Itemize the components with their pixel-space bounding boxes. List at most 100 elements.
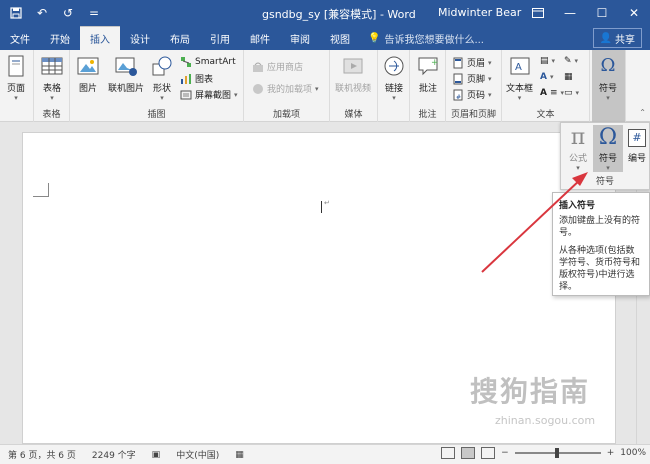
smartart-button[interactable]: SmartArt (180, 56, 236, 68)
document-title: gsndbg_sy [兼容模式] - Word (262, 8, 416, 21)
macro-icon[interactable]: ▦ (227, 450, 252, 460)
watermark-logo: 搜狗指南 (470, 375, 591, 408)
undo-icon[interactable]: ↶ (34, 5, 50, 21)
save-icon[interactable] (8, 5, 24, 21)
textbox-label: 文本框 (506, 84, 534, 94)
read-mode-icon[interactable] (441, 447, 456, 459)
footer-button[interactable]: 页脚 ▾ (452, 72, 492, 85)
store-button[interactable]: 应用商店 (252, 60, 303, 73)
language[interactable]: 中文(中国) (168, 448, 227, 461)
ribbon: 页面 ▾ 表格 ▾ 表格 图片 联机图片 形状 ▾ SmartArt 图表 屏幕… (0, 50, 650, 122)
symbols-button[interactable]: Ω 符号 ▾ (596, 54, 620, 102)
customize-qat-icon[interactable]: = (86, 5, 102, 21)
hash-icon: # (628, 129, 646, 147)
chevron-down-icon: ▾ (488, 58, 492, 67)
collapse-ribbon-icon[interactable]: ⌃ (639, 108, 646, 117)
screenshot-label: 屏幕截图 (195, 91, 232, 101)
tooltip-description: 添加键盘上没有的符号。 (559, 216, 641, 238)
links-button[interactable]: 链接 ▾ (382, 54, 406, 102)
dropcap-icon[interactable]: A ≡ ▾ (540, 88, 564, 98)
table-label: 表格 (42, 84, 61, 94)
person-icon: 👤 (599, 32, 612, 44)
title-bar: ↶ ↺ = gsndbg_sy [兼容模式] - Word Midwinter … (0, 0, 650, 26)
group-pages: 页面 ▾ (0, 50, 34, 122)
redo-icon[interactable]: ↺ (60, 5, 76, 21)
svg-text:A: A (515, 62, 522, 73)
pi-icon: π (570, 125, 586, 150)
word-count[interactable]: 2249 个字 (84, 448, 144, 461)
header-label: 页眉 (467, 59, 486, 69)
zoom-level[interactable]: 100% (620, 448, 646, 458)
group-label-header-footer: 页眉和页脚 (450, 110, 496, 120)
web-layout-icon[interactable] (481, 447, 496, 459)
object-icon[interactable]: ▭ ▾ (564, 88, 579, 98)
ribbon-display-options-icon[interactable] (522, 0, 554, 26)
equation-label: 公式 (568, 154, 587, 164)
my-addins-label: 我的加载项 (267, 85, 313, 95)
chevron-down-icon: ▾ (392, 94, 396, 102)
minimize-icon[interactable]: — (554, 0, 586, 26)
group-label-text: 文本 (536, 110, 555, 120)
picture-label: 图片 (78, 84, 97, 94)
picture-button[interactable]: 图片 (76, 54, 100, 94)
group-tables: 表格 ▾ 表格 (34, 50, 70, 122)
tab-mailings[interactable]: 邮件 (240, 26, 280, 50)
tab-layout[interactable]: 布局 (160, 26, 200, 50)
table-button[interactable]: 表格 ▾ (40, 54, 64, 102)
close-icon[interactable]: ✕ (618, 0, 650, 26)
tab-design[interactable]: 设计 (120, 26, 160, 50)
tab-insert[interactable]: 插入 (80, 26, 120, 50)
wordart-icon[interactable]: A ▾ (540, 72, 553, 82)
pages-button[interactable]: 页面 ▾ (4, 54, 28, 102)
quick-parts-icon[interactable]: ▤ ▾ (540, 56, 555, 66)
online-video-button[interactable]: 联机视频 (335, 54, 371, 94)
page-count[interactable]: 第 6 页，共 6 页 (0, 448, 84, 461)
group-illustrations: 图片 联机图片 形状 ▾ SmartArt 图表 屏幕截图 ▾ 插图 (70, 50, 244, 122)
chevron-down-icon: ▾ (576, 164, 580, 172)
header-button[interactable]: 页眉 ▾ (452, 56, 492, 69)
textbox-button[interactable]: A 文本框 ▾ (506, 54, 533, 102)
paragraph-mark: ↵ (324, 199, 330, 207)
proofing-icon[interactable]: ▣ (144, 450, 169, 460)
zoom-out-icon[interactable]: − (501, 448, 509, 458)
my-addins-button[interactable]: 我的加载项 ▾ (252, 82, 319, 95)
online-picture-button[interactable]: 联机图片 (108, 54, 144, 94)
zoom-slider[interactable] (514, 448, 601, 458)
comment-button[interactable]: + 批注 (416, 54, 440, 94)
print-layout-icon[interactable] (461, 447, 476, 459)
symbol-tooltip: 插入符号 添加键盘上没有的符号。 从各种选项(包括数学符号、货币符号和版权符号)… (552, 192, 650, 296)
zoom-thumb[interactable] (554, 448, 559, 458)
tab-file[interactable]: 文件 (0, 26, 40, 50)
chart-button[interactable]: 图表 (180, 72, 213, 85)
tab-references[interactable]: 引用 (200, 26, 240, 50)
page-number-button[interactable]: # 页码 ▾ (452, 88, 492, 101)
symbols-label: 符号 (598, 84, 617, 94)
shapes-button[interactable]: 形状 ▾ (150, 54, 174, 102)
equation-button[interactable]: π 公式 ▾ (565, 125, 591, 172)
group-comments: + 批注 批注 (410, 50, 446, 122)
signature-line-icon[interactable]: ✎ ▾ (564, 56, 578, 66)
tab-review[interactable]: 审阅 (280, 26, 320, 50)
number-button[interactable]: # 编号 (625, 125, 649, 164)
chevron-down-icon: ▾ (14, 94, 18, 102)
date-time-icon[interactable]: ▦ (564, 72, 573, 82)
addins-icon (253, 83, 263, 94)
tab-home[interactable]: 开始 (40, 26, 80, 50)
zoom-in-icon[interactable]: + (607, 448, 615, 458)
screenshot-button[interactable]: 屏幕截图 ▾ (180, 88, 238, 101)
link-icon (384, 56, 404, 76)
group-label-media: 媒体 (344, 110, 363, 120)
restore-icon[interactable]: ☐ (586, 0, 618, 26)
pages-icon (8, 55, 24, 77)
tell-me-search[interactable]: 💡 告诉我您想要做什么... (360, 26, 484, 50)
status-bar: 第 6 页，共 6 页 2249 个字 ▣ 中文(中国) ▦ − + 100% (0, 444, 650, 464)
shapes-label: 形状 (152, 84, 171, 94)
user-name[interactable]: Midwinter Bear (438, 6, 521, 19)
tab-view[interactable]: 视图 (320, 26, 360, 50)
symbol-button[interactable]: Ω 符号 ▾ (593, 125, 623, 172)
svg-text:#: # (456, 94, 461, 101)
watermark-url: zhinan.sogou.com (495, 414, 596, 427)
group-media: 联机视频 媒体 (330, 50, 378, 122)
margin-corner-mark (33, 183, 49, 197)
share-button[interactable]: 👤 共享 (592, 28, 642, 48)
